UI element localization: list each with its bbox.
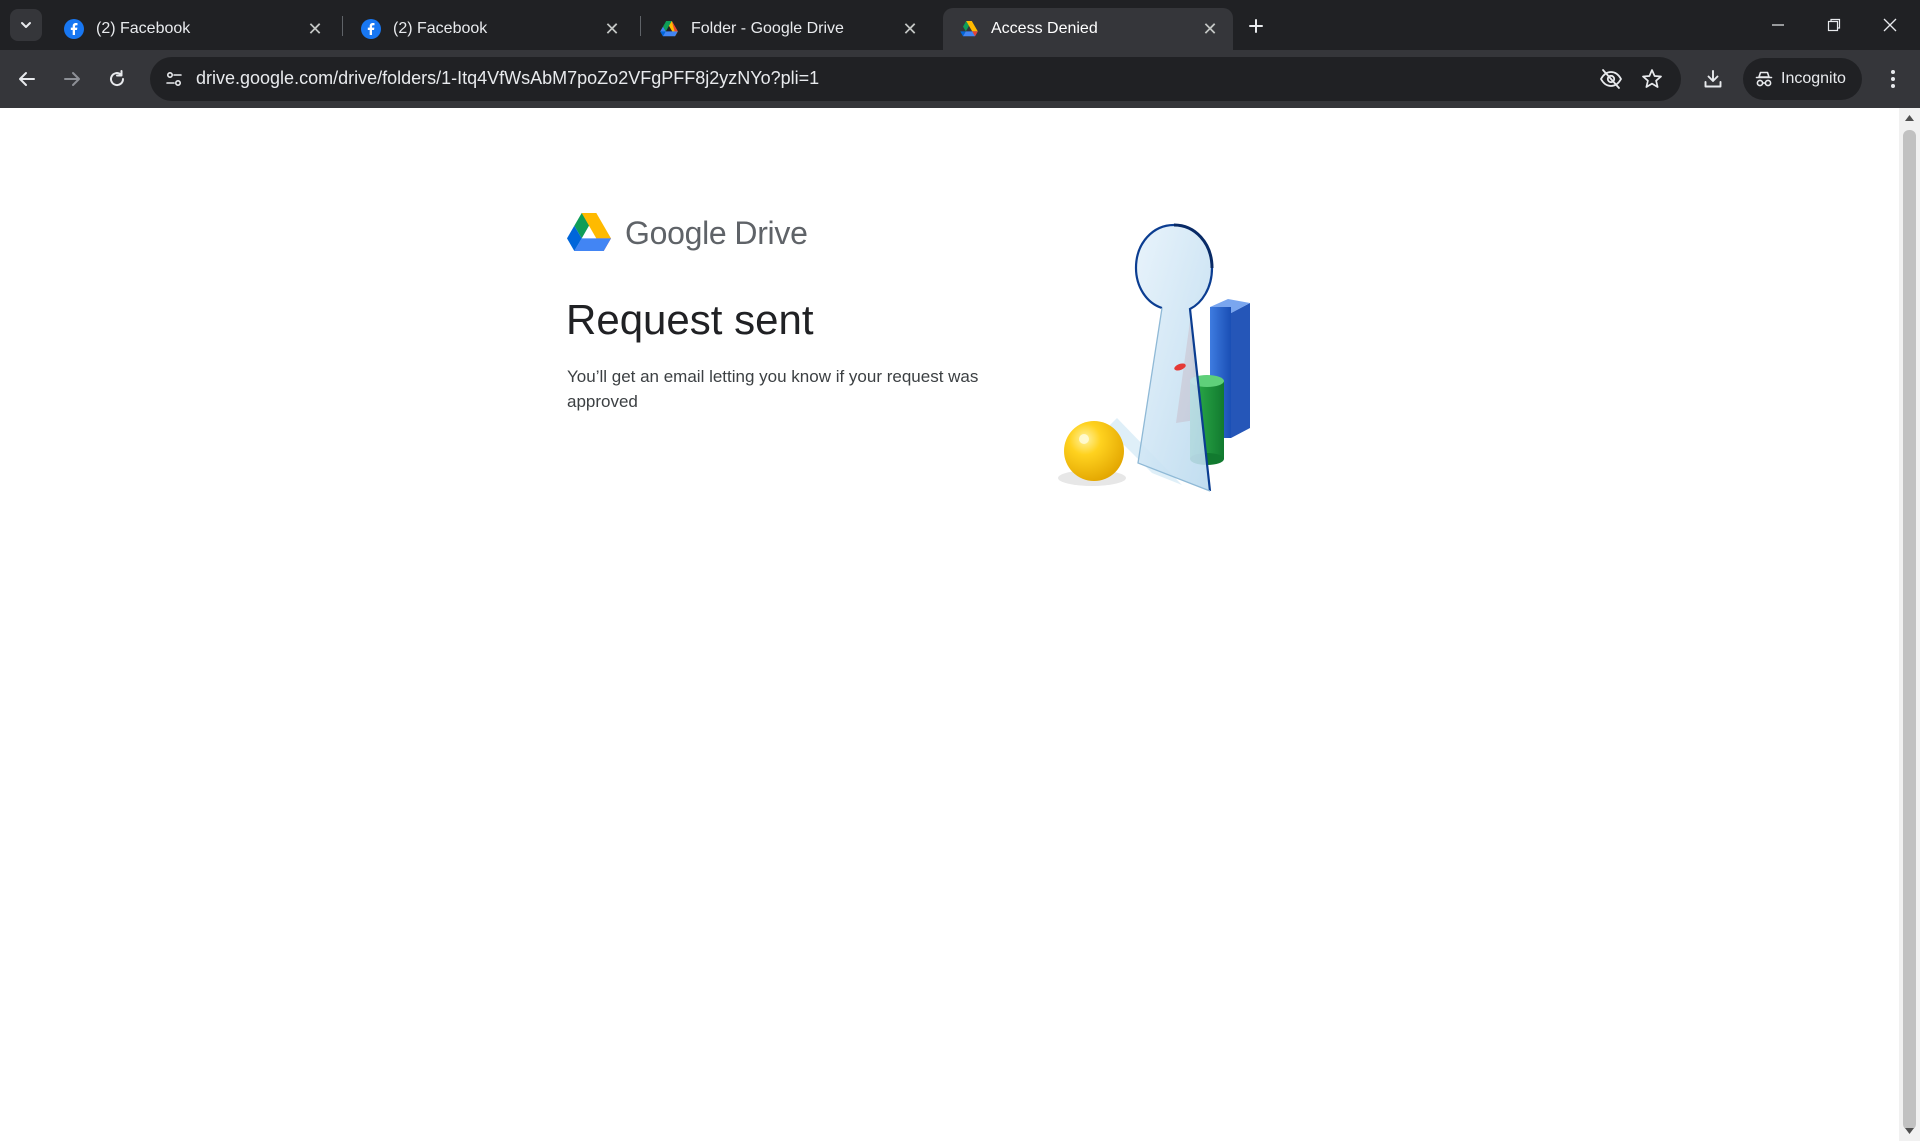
address-bar[interactable]: drive.google.com/drive/folders/1-Itq4VfW… <box>150 57 1681 101</box>
tab-separator <box>342 16 343 36</box>
restore-button[interactable] <box>1806 0 1862 50</box>
close-icon <box>1883 18 1897 32</box>
plus-icon <box>1249 19 1263 33</box>
tab-separator <box>640 16 641 36</box>
page-title: Request sent <box>566 296 814 343</box>
eye-off-icon[interactable] <box>1597 65 1625 93</box>
page-content: Google Drive Request sent You’ll get an … <box>0 108 1899 1141</box>
tab-folder-google-drive[interactable]: Folder - Google Drive ✕ <box>643 8 933 50</box>
forward-button[interactable] <box>54 61 90 97</box>
scroll-thumb[interactable] <box>1903 130 1916 1130</box>
caret-up-icon <box>1905 115 1914 121</box>
scroll-up-button[interactable] <box>1899 108 1920 128</box>
close-tab-icon[interactable]: ✕ <box>304 18 326 40</box>
browser-toolbar: drive.google.com/drive/folders/1-Itq4VfW… <box>0 50 1920 108</box>
brand-product: Drive <box>734 214 808 251</box>
tab-title: (2) Facebook <box>393 20 488 37</box>
star-icon[interactable] <box>1638 65 1666 93</box>
keyhole-illustration <box>1058 223 1250 492</box>
scroll-down-button[interactable] <box>1899 1121 1920 1141</box>
minimize-icon <box>1772 24 1784 26</box>
close-tab-icon[interactable]: ✕ <box>601 18 623 40</box>
google-drive-logo[interactable]: Google Drive <box>567 213 808 253</box>
incognito-indicator[interactable]: Incognito <box>1743 58 1862 100</box>
tab-title: (2) Facebook <box>96 20 191 37</box>
google-drive-icon <box>959 19 979 39</box>
site-info-button[interactable] <box>158 63 190 95</box>
caret-down-icon <box>1905 1128 1914 1134</box>
facebook-icon <box>64 19 84 39</box>
url-text[interactable]: drive.google.com/drive/folders/1-Itq4VfW… <box>196 68 819 89</box>
tab-title: Access Denied <box>991 20 1098 37</box>
brand-google: Google <box>625 214 727 251</box>
reload-button[interactable] <box>99 61 135 97</box>
chevron-down-icon <box>21 22 31 28</box>
more-vert-icon <box>1891 70 1895 88</box>
incognito-label: Incognito <box>1781 70 1846 87</box>
google-drive-icon <box>659 19 679 39</box>
tune-icon <box>166 71 182 87</box>
browser-menu-button[interactable] <box>1875 61 1911 97</box>
arrow-right-icon <box>64 72 80 86</box>
request-message: You’ll get an email letting you know if … <box>567 367 979 411</box>
tab-access-denied[interactable]: Access Denied ✕ <box>943 8 1233 50</box>
google-drive-icon <box>567 213 611 251</box>
vertical-scrollbar[interactable] <box>1899 108 1920 1141</box>
close-window-button[interactable] <box>1862 0 1918 50</box>
tab-facebook-1[interactable]: (2) Facebook ✕ <box>48 8 338 50</box>
incognito-icon <box>1755 71 1773 87</box>
restore-icon <box>1827 18 1841 32</box>
close-tab-icon[interactable]: ✕ <box>1199 18 1221 40</box>
facebook-icon <box>361 19 381 39</box>
tab-title: Folder - Google Drive <box>691 20 844 37</box>
minimize-button[interactable] <box>1750 0 1806 50</box>
arrow-left-icon <box>19 72 35 86</box>
download-button[interactable] <box>1695 61 1731 97</box>
tab-search-button[interactable] <box>10 9 42 41</box>
reload-icon <box>110 70 125 87</box>
download-icon <box>1704 70 1722 88</box>
back-button[interactable] <box>9 61 45 97</box>
new-tab-button[interactable] <box>1242 12 1270 40</box>
close-tab-icon[interactable]: ✕ <box>899 18 921 40</box>
tab-facebook-2[interactable]: (2) Facebook ✕ <box>345 8 635 50</box>
tab-strip: (2) Facebook ✕ (2) Facebook ✕ Folder - G… <box>0 0 1920 50</box>
